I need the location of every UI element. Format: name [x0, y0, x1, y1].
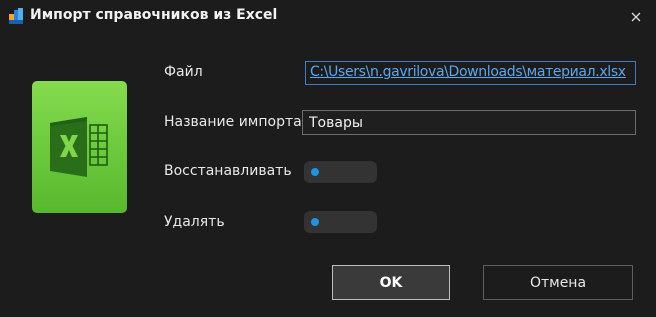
close-button[interactable] — [626, 6, 646, 26]
app-icon — [9, 8, 23, 24]
file-label: Файл — [164, 64, 203, 80]
delete-label: Удалять — [164, 214, 225, 230]
ok-button[interactable]: OK — [332, 265, 450, 300]
window-title: Импорт справочников из Excel — [30, 7, 278, 23]
restore-toggle[interactable] — [304, 161, 377, 183]
toggle-knob — [311, 168, 319, 176]
excel-logo — [32, 81, 127, 213]
title-bar[interactable]: Импорт справочников из Excel — [0, 0, 656, 32]
restore-label: Восстанавливать — [164, 163, 292, 179]
import-name-label: Название импорта — [164, 114, 302, 130]
delete-toggle[interactable] — [304, 211, 377, 233]
toggle-knob — [311, 218, 319, 226]
cancel-button[interactable]: Отмена — [483, 265, 633, 300]
excel-icon — [50, 117, 108, 177]
close-icon — [631, 7, 641, 26]
file-path-link[interactable]: C:\Users\n.gavrilova\Downloads\материал.… — [305, 61, 636, 85]
import-name-input[interactable] — [302, 110, 636, 135]
import-dialog: Импорт справочников из Excel Файл C:\Use… — [0, 0, 656, 317]
